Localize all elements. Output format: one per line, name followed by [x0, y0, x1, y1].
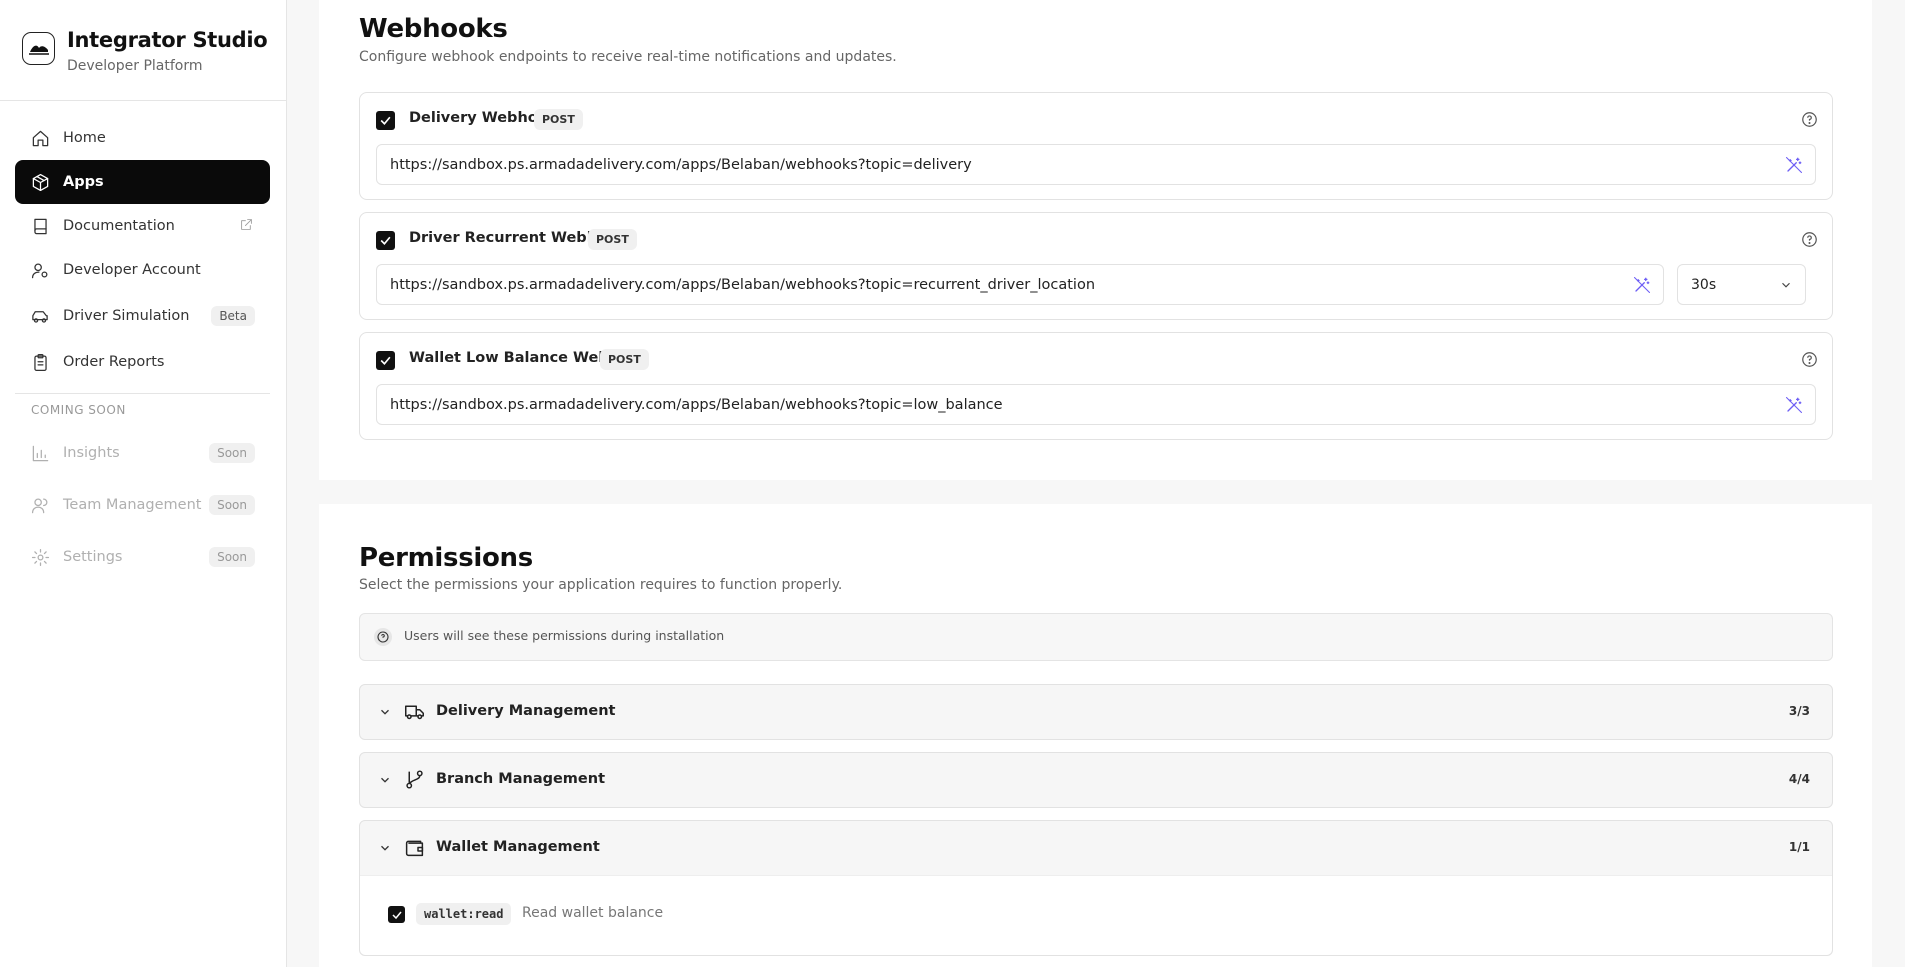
webhook-checkbox[interactable] [376, 351, 395, 370]
permission-group-wallet: Wallet Management 1/1 wallet:read Read w… [359, 820, 1833, 956]
scope-checkbox[interactable] [388, 906, 405, 923]
sidebar-item-label: Developer Account [63, 262, 201, 278]
interval-select[interactable]: 30s [1677, 264, 1806, 305]
method-badge: POST [534, 109, 583, 130]
sidebar-item-label: Order Reports [63, 354, 165, 370]
webhook-url-input[interactable]: https://sandbox.ps.armadadelivery.com/ap… [376, 264, 1664, 305]
sidebar-item-label: Apps [63, 174, 104, 190]
sidebar-item-team-management: Team Management Soon [15, 483, 270, 527]
webhook-delivery: Delivery Webhook POST https://sandbox.ps… [359, 92, 1833, 200]
soon-badge: Soon [209, 495, 255, 515]
help-circle-icon [374, 628, 392, 646]
permission-group-title: Wallet Management [436, 839, 600, 855]
permission-group-title: Branch Management [436, 771, 606, 787]
soon-badge: Soon [209, 443, 255, 463]
permission-scope-list: wallet:read Read wallet balance [360, 875, 1832, 955]
webhook-url-input[interactable]: https://sandbox.ps.armadadelivery.com/ap… [376, 144, 1816, 185]
user-cog-icon [30, 260, 50, 280]
sidebar-divider [15, 393, 270, 394]
interval-value: 30s [1691, 276, 1717, 293]
soon-badge: Soon [209, 547, 255, 567]
webhooks-card: Webhooks Configure webhook endpoints to … [319, 0, 1872, 480]
method-badge: POST [588, 229, 637, 250]
permissions-title: Permissions [359, 543, 533, 573]
bar-chart-icon [30, 443, 50, 463]
webhook-checkbox[interactable] [376, 111, 395, 130]
brand-logo-icon [22, 32, 55, 65]
webhook-url-value: https://sandbox.ps.armadadelivery.com/ap… [390, 396, 1003, 413]
gear-icon [30, 547, 50, 567]
magic-wand-icon[interactable] [1785, 156, 1803, 178]
sidebar-item-label: Driver Simulation [63, 308, 190, 324]
git-branch-icon [404, 769, 425, 794]
sidebar-item-label: Team Management [63, 497, 202, 513]
wallet-icon [404, 837, 425, 862]
webhooks-description: Configure webhook endpoints to receive r… [359, 49, 897, 65]
users-icon [30, 495, 50, 515]
book-icon [30, 216, 50, 236]
truck-icon [404, 701, 425, 726]
permission-group-title: Delivery Management [436, 703, 616, 719]
coming-soon-label: COMING SOON [31, 403, 126, 417]
sidebar-item-insights: Insights Soon [15, 431, 270, 475]
permission-count: 3/3 [1788, 704, 1810, 718]
info-text: Users will see these permissions during … [404, 628, 725, 643]
webhook-wallet-low-balance: Wallet Low Balance Webhook POST https://… [359, 332, 1833, 440]
external-link-icon [240, 218, 253, 235]
chevron-down-icon [378, 840, 392, 859]
package-icon [30, 172, 50, 192]
permissions-description: Select the permissions your application … [359, 577, 843, 593]
sidebar-item-apps[interactable]: Apps [15, 160, 270, 204]
help-circle-icon[interactable] [1801, 351, 1818, 372]
webhook-url-value: https://sandbox.ps.armadadelivery.com/ap… [390, 276, 1096, 293]
brand-name: Integrator Studio [67, 28, 268, 52]
sidebar-item-settings: Settings Soon [15, 535, 270, 579]
brand: Integrator Studio Developer Platform [22, 28, 268, 74]
permission-group-delivery: Delivery Management 3/3 [359, 684, 1833, 740]
home-icon [30, 128, 50, 148]
clipboard-icon [30, 352, 50, 372]
permissions-info: Users will see these permissions during … [359, 613, 1833, 661]
sidebar-item-order-reports[interactable]: Order Reports [15, 340, 270, 384]
method-badge: POST [600, 349, 649, 370]
permission-group-header[interactable]: Wallet Management 1/1 [360, 821, 1832, 875]
permissions-card: Permissions Select the permissions your … [319, 504, 1872, 967]
chevron-down-icon [378, 772, 392, 791]
webhook-checkbox[interactable] [376, 231, 395, 250]
webhooks-title: Webhooks [359, 14, 508, 44]
permission-group-branch: Branch Management 4/4 [359, 752, 1833, 808]
permission-group-header[interactable]: Delivery Management 3/3 [360, 685, 1832, 739]
magic-wand-icon[interactable] [1633, 276, 1651, 298]
sidebar-item-driver-simulation[interactable]: Driver Simulation Beta [15, 294, 270, 338]
permission-count: 4/4 [1788, 772, 1810, 786]
permission-count: 1/1 [1788, 840, 1810, 854]
sidebar-item-home[interactable]: Home [15, 116, 270, 160]
beta-badge: Beta [211, 306, 255, 326]
sidebar-item-label: Settings [63, 549, 123, 565]
scope-description: Read wallet balance [522, 905, 664, 921]
chevron-down-icon [1779, 278, 1793, 296]
brand-subtitle: Developer Platform [67, 58, 203, 74]
car-icon [30, 306, 50, 326]
sidebar-item-label: Insights [63, 445, 120, 461]
help-circle-icon[interactable] [1801, 231, 1818, 252]
webhook-url-value: https://sandbox.ps.armadadelivery.com/ap… [390, 156, 972, 173]
chevron-down-icon [378, 704, 392, 723]
sidebar-item-documentation[interactable]: Documentation [15, 204, 270, 248]
sidebar: Integrator Studio Developer Platform Hom… [0, 0, 287, 967]
sidebar-divider [0, 100, 287, 101]
webhook-url-input[interactable]: https://sandbox.ps.armadadelivery.com/ap… [376, 384, 1816, 425]
magic-wand-icon[interactable] [1785, 396, 1803, 418]
webhook-driver-recurrent: Driver Recurrent Webhook POST https://sa… [359, 212, 1833, 320]
sidebar-item-label: Documentation [63, 218, 175, 234]
scope-code: wallet:read [416, 903, 512, 925]
permission-group-header[interactable]: Branch Management 4/4 [360, 753, 1832, 807]
sidebar-item-developer-account[interactable]: Developer Account [15, 248, 270, 292]
sidebar-item-label: Home [63, 130, 106, 146]
help-circle-icon[interactable] [1801, 111, 1818, 132]
